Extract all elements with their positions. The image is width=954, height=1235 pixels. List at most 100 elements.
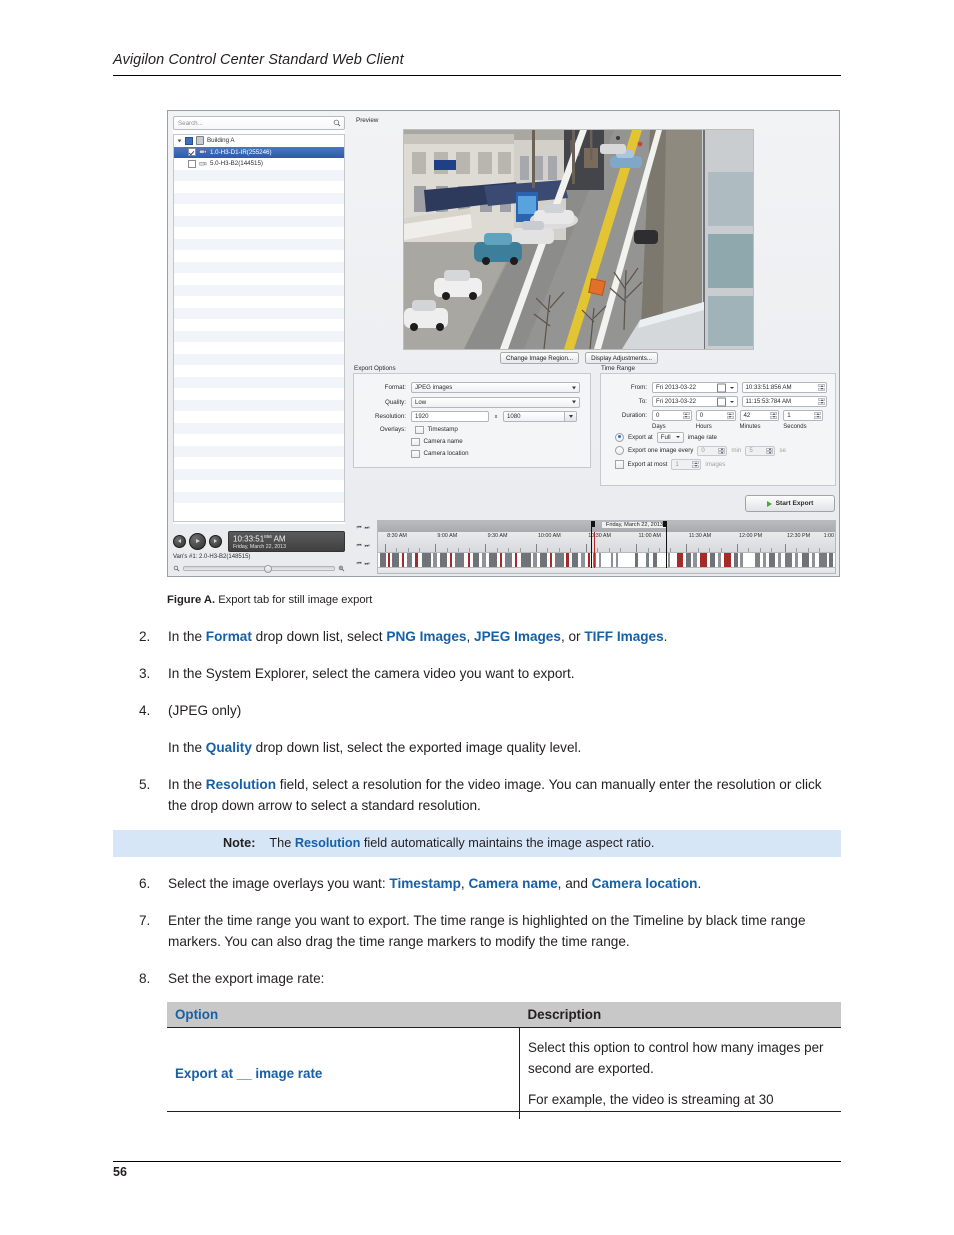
tree-empty-row — [174, 307, 344, 319]
tree-item-camera-2[interactable]: 5.0-H3-B2(144515) — [174, 158, 344, 170]
calendar-icon[interactable] — [716, 397, 726, 406]
duration-minutes-stepper[interactable] — [770, 412, 778, 419]
step-part: drop down list, select — [251, 629, 387, 644]
green-arrow-icon — [766, 500, 772, 507]
export-at-rate-radio[interactable] — [615, 432, 624, 442]
min-stepper[interactable] — [718, 447, 726, 454]
camera-name-checkbox[interactable] — [411, 437, 420, 446]
skip-first-icon[interactable]: ⏮ — [357, 561, 362, 568]
export-at-most-input[interactable]: 1 — [671, 459, 702, 470]
duration-seconds-stepper[interactable] — [814, 412, 821, 419]
to-date-input[interactable]: Fri 2013-03-22 — [652, 396, 738, 407]
export-interval-sec-input[interactable]: 5 — [745, 445, 776, 456]
image-rate-value: Full — [660, 433, 671, 441]
site-checkbox[interactable] — [185, 136, 193, 145]
table-row: Export at __ image rate Select this opti… — [167, 1027, 841, 1119]
skip-start-icon[interactable]: ⏮ — [357, 543, 362, 550]
duration-label: Duration: — [621, 412, 647, 419]
zoom-out-icon[interactable] — [173, 565, 180, 572]
duration-days-input[interactable]: 0 — [652, 410, 692, 421]
video-preview[interactable] — [403, 129, 754, 350]
timeline-playhead[interactable] — [593, 532, 595, 568]
camera-checkbox[interactable] — [188, 148, 196, 157]
timeline[interactable]: ⏮ ⏭ ⏮ ⏭ ⏮ ⏭ Friday, March 22, 2013 8:30 AM … — [351, 520, 836, 574]
tree-item-site[interactable]: Building A — [174, 135, 344, 147]
camera-tree[interactable]: Building A 1.0-H3-D1-IR(255246) 5.0-H3-B… — [173, 134, 345, 522]
images-unit-label: images — [705, 460, 726, 468]
step-back-icon[interactable] — [173, 534, 186, 548]
search-input[interactable]: Search... — [173, 116, 345, 130]
from-time-stepper[interactable] — [818, 384, 825, 391]
time-range-marker-end[interactable] — [661, 521, 668, 568]
tick-label: 1:00 P — [823, 533, 835, 539]
tree-empty-row — [174, 250, 344, 262]
tree-empty-row — [174, 227, 344, 239]
to-time-stepper[interactable] — [818, 398, 825, 405]
time-range-marker-start[interactable] — [590, 521, 597, 568]
tree-empty-row — [174, 204, 344, 216]
tree-empty-row — [174, 445, 344, 457]
duration-hours-input[interactable]: 0 — [695, 410, 736, 421]
export-interval-radio[interactable] — [615, 446, 624, 456]
tree-empty-row — [174, 376, 344, 388]
resolution-height-dropdown[interactable]: 1080 — [503, 411, 577, 422]
to-time-input[interactable]: 11:15:53:784 AM — [741, 396, 827, 407]
timeline-body[interactable]: Friday, March 22, 2013 8:30 AM 9:00 AM 9… — [377, 520, 836, 573]
playback-time-ms: 856 — [264, 534, 272, 540]
from-date-value: Fri 2013-03-22 — [656, 384, 696, 391]
zoom-handle[interactable] — [264, 564, 272, 573]
duration-days-stepper[interactable] — [682, 412, 690, 419]
tree-item-camera-1[interactable]: 1.0-H3-D1-IR(255246) — [174, 146, 344, 158]
format-dropdown[interactable]: JPEG images — [411, 382, 580, 393]
skip-prev-icon[interactable]: ⏭ — [365, 525, 370, 532]
duration-hours-stepper[interactable] — [726, 412, 734, 419]
duration-seconds-input[interactable]: 1 — [783, 410, 823, 421]
duration-minutes-input[interactable]: 42 — [739, 410, 780, 421]
tree-empty-row — [174, 434, 344, 446]
export-interval-min-input[interactable]: 0 — [697, 445, 728, 456]
playback-controls[interactable]: 10:33:51856 AM Friday, March 22, 2013 — [173, 528, 345, 554]
image-rate-dropdown[interactable]: Full — [656, 432, 684, 443]
skip-next-icon[interactable]: ⏭ — [365, 543, 370, 550]
step-forward-icon[interactable] — [209, 534, 222, 548]
tree-empty-row — [174, 457, 344, 469]
images-stepper[interactable] — [692, 461, 700, 468]
timeline-zoom-slider[interactable] — [173, 564, 345, 573]
camera-name-keyword: Camera name — [468, 876, 558, 891]
chevron-down-icon[interactable] — [564, 412, 576, 421]
skip-last-icon[interactable]: ⏭ — [365, 561, 370, 568]
format-label: Format: — [384, 384, 406, 391]
timeline-nav-buttons[interactable]: ⏮ ⏭ ⏮ ⏭ ⏮ ⏭ — [351, 520, 375, 573]
zoom-in-icon[interactable] — [338, 565, 345, 572]
from-time-input[interactable]: 10:33:51:856 AM — [741, 382, 827, 393]
step-2: 2. In the Format drop down list, select … — [113, 626, 841, 647]
timeline-scrollbar[interactable] — [377, 567, 836, 574]
chevron-down-icon[interactable] — [729, 386, 734, 389]
expand-caret-icon[interactable] — [177, 139, 182, 143]
chevron-down-icon[interactable] — [729, 400, 734, 403]
timestamp-keyword: Timestamp — [389, 876, 461, 891]
from-date-input[interactable]: Fri 2013-03-22 — [652, 382, 738, 393]
step-3: 3. In the System Explorer, select the ca… — [113, 663, 841, 684]
change-image-region-button[interactable]: Change Image Region... — [500, 352, 580, 364]
export-at-most-checkbox[interactable] — [615, 460, 624, 469]
tree-empty-row — [174, 388, 344, 400]
calendar-icon[interactable] — [716, 383, 726, 392]
resolution-width-input[interactable]: 1920 — [411, 411, 489, 422]
start-export-button[interactable]: Start Export — [745, 495, 835, 512]
step-6: 6. Select the image overlays you want: T… — [113, 873, 841, 894]
camera-checkbox[interactable] — [188, 159, 196, 168]
display-adjustments-button[interactable]: Display Adjustments... — [585, 352, 658, 364]
resolution-keyword: Resolution — [294, 836, 361, 850]
sec-stepper[interactable] — [766, 447, 774, 454]
quality-value: Low — [415, 398, 427, 406]
from-label: From: — [630, 384, 647, 391]
step-number: 6. — [139, 876, 151, 891]
skip-start-icon[interactable]: ⏮ — [357, 525, 362, 532]
camera-location-checkbox[interactable] — [411, 449, 420, 458]
zoom-track[interactable] — [183, 564, 335, 573]
play-icon[interactable] — [189, 532, 206, 550]
tree-empty-row — [174, 399, 344, 411]
quality-dropdown[interactable]: Low — [411, 396, 580, 408]
timestamp-checkbox[interactable] — [415, 425, 424, 434]
